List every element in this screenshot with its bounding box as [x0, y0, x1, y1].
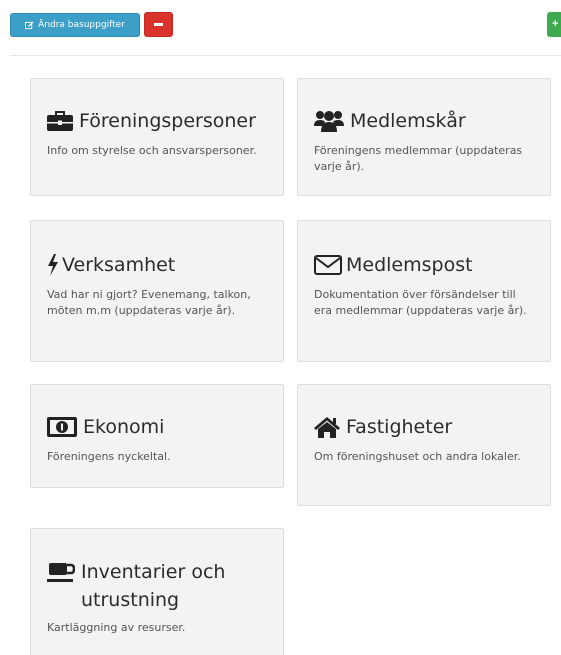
- card-verksamhet[interactable]: Verksamhet Vad har ni gjort? Evenemang, …: [30, 220, 284, 362]
- money-icon: [47, 415, 77, 439]
- card-title-text: Medlemskår: [350, 110, 466, 132]
- card-title-text: Inventarier och utrustning: [81, 561, 226, 611]
- card-medlemskar[interactable]: Medlemskår Föreningens medlemmar (uppdat…: [297, 78, 551, 196]
- card-description: Om föreningshuset och andra lokaler.: [314, 450, 521, 463]
- card-title-text: Ekonomi: [83, 416, 165, 438]
- card-description: Info om styrelse och ansvarspersoner.: [47, 144, 257, 157]
- card-description: Vad har ni gjort? Evenemang, talkon, möt…: [47, 288, 251, 317]
- card-title-text: Fastigheter: [346, 416, 453, 438]
- plus-icon: +: [552, 18, 559, 30]
- users-icon: [314, 109, 344, 133]
- home-icon: [314, 415, 340, 439]
- card-title: Föreningspersoner: [47, 109, 267, 133]
- card-title: Ekonomi: [47, 415, 267, 439]
- bolt-icon: [47, 253, 59, 277]
- card-title: Fastigheter: [314, 415, 534, 439]
- card-fastigheter[interactable]: Fastigheter Om föreningshuset och andra …: [297, 384, 551, 506]
- card-title: Medlemspost: [314, 253, 534, 277]
- card-title: Verksamhet: [47, 253, 267, 277]
- envelope-icon: [314, 253, 342, 277]
- card-title-text: Medlemspost: [346, 254, 473, 276]
- divider: [10, 55, 561, 56]
- card-title: Medlemskår: [314, 109, 534, 133]
- card-description: Kartläggning av resurser.: [47, 621, 186, 634]
- minus-icon: [154, 23, 163, 26]
- card-title-text: Verksamhet: [62, 254, 176, 276]
- edit-basic-info-label: Ändra basuppgifter: [38, 20, 125, 30]
- card-description: Föreningens medlemmar (uppdateras varje …: [314, 144, 523, 173]
- card-medlemspost[interactable]: Medlemspost Dokumentation över försändel…: [297, 220, 551, 362]
- card-description: Dokumentation över försändelser till era…: [314, 288, 527, 317]
- edit-icon: [25, 20, 34, 29]
- card-title: Inventarier och utrustning: [47, 558, 267, 614]
- coffee-icon: [47, 558, 75, 586]
- card-foreningspersoner[interactable]: Föreningspersoner Info om styrelse och a…: [30, 78, 284, 196]
- edit-basic-info-button[interactable]: Ändra basuppgifter: [10, 13, 140, 37]
- briefcase-icon: [47, 109, 73, 133]
- card-title-text: Föreningspersoner: [79, 110, 256, 132]
- card-inventarier[interactable]: Inventarier och utrustning Kartläggning …: [30, 528, 284, 655]
- add-button[interactable]: +: [547, 12, 561, 37]
- card-description: Föreningens nyckeltal.: [47, 450, 171, 463]
- toolbar: Ändra basuppgifter +: [0, 0, 561, 56]
- card-ekonomi[interactable]: Ekonomi Föreningens nyckeltal.: [30, 384, 284, 488]
- remove-button[interactable]: [144, 12, 173, 37]
